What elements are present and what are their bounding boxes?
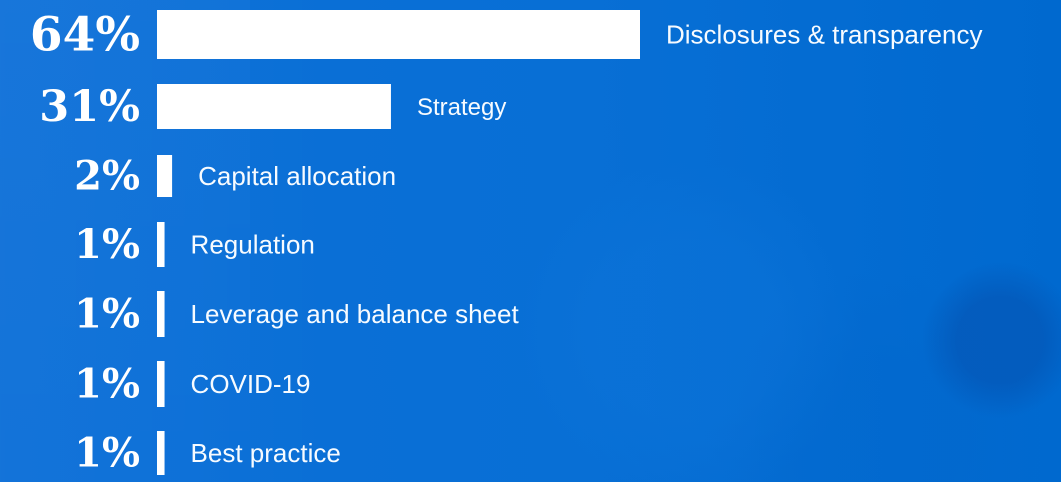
value-label-regulation: 1% [74, 221, 140, 268]
value-label-capital-allocation: 2% [74, 153, 140, 200]
category-label-covid-19: COVID-19 [191, 369, 311, 399]
bar-covid-19 [157, 361, 165, 407]
category-label-leverage-and-balance-sheet: Leverage and balance sheet [191, 299, 520, 329]
value-label-covid-19: 1% [74, 361, 140, 408]
category-label-capital-allocation: Capital allocation [198, 161, 396, 191]
category-label-disclosures-and-transparency: Disclosures & transparency [666, 20, 982, 50]
value-label-leverage-and-balance-sheet: 1% [74, 291, 140, 338]
bar-strategy [157, 84, 391, 129]
horizontal-bar-chart: 64% 31% 2% 1% 1% 1% 1% Disclosures & transpare… [30, 7, 983, 476]
value-labels-layer: 64% 31% 2% 1% 1% 1% 1% [30, 7, 140, 476]
category-label-strategy: Strategy [417, 94, 506, 121]
bar-regulation [157, 222, 165, 267]
bar-leverage-and-balance-sheet [157, 291, 165, 337]
category-label-regulation: Regulation [191, 230, 315, 260]
bar-disclosures-and-transparency [157, 10, 640, 59]
value-label-strategy: 31% [39, 82, 140, 132]
bar-best-practice [157, 431, 165, 475]
value-label-disclosures-and-transparency: 64% [30, 7, 140, 62]
value-label-best-practice: 1% [74, 430, 140, 477]
bar-capital-allocation [157, 155, 173, 197]
category-label-best-practice: Best practice [191, 438, 341, 468]
